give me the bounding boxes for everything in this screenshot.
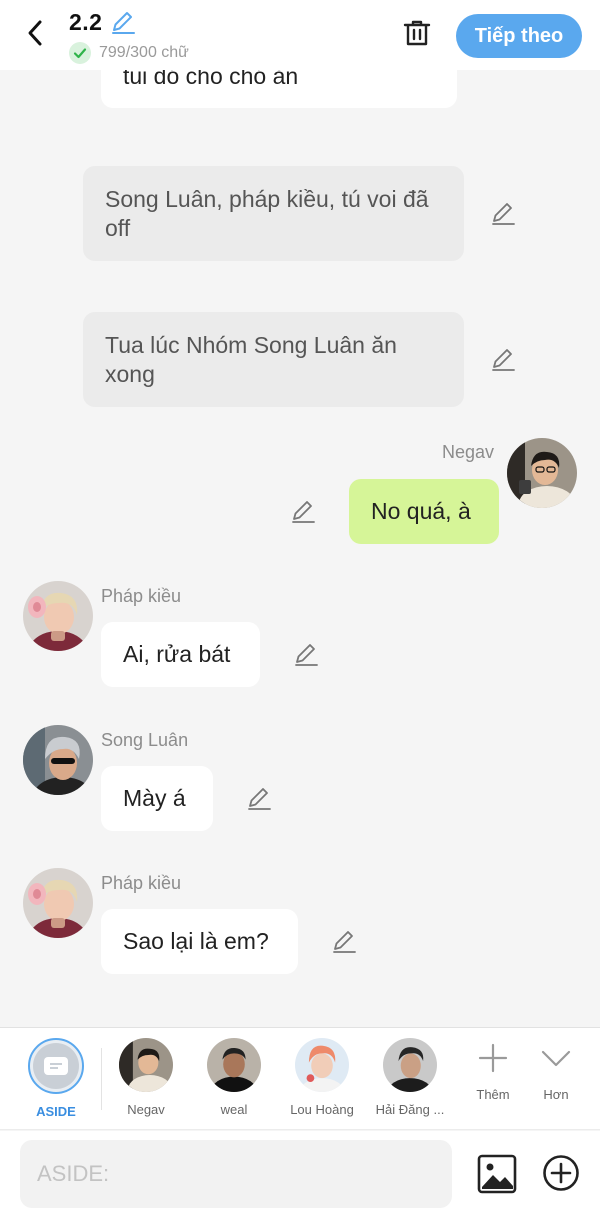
avatar	[207, 1038, 261, 1092]
narration-bubble[interactable]: Tua lúc Nhóm Song Luân ăn xong	[83, 312, 464, 407]
pencil-icon[interactable]	[292, 640, 320, 668]
back-arrow-icon	[28, 20, 42, 46]
trash-icon	[403, 20, 431, 46]
avatar	[383, 1038, 437, 1092]
speaker-name: Song Luân	[101, 730, 189, 750]
character-label: ASIDE	[36, 1104, 76, 1119]
chat-area[interactable]: tui đó cho chó ăn Song Luân, pháp kiều, …	[0, 70, 600, 1027]
character-aside[interactable]: ASIDE	[12, 1038, 100, 1119]
speaker-name: Negav	[442, 442, 495, 462]
narration-bubble[interactable]: Song Luân, pháp kiều, tú voi đã off	[83, 166, 464, 261]
back-button[interactable]	[18, 16, 52, 50]
speaker-name: Pháp kiều	[101, 586, 182, 606]
avatar	[119, 1038, 173, 1092]
narration-text: Song Luân, pháp kiều, tú voi đã off	[105, 186, 429, 241]
message-bubble[interactable]: No quá, à	[349, 479, 499, 544]
avatar	[295, 1038, 349, 1092]
input-bar	[0, 1131, 600, 1218]
character-hai-dang[interactable]: Hải Đăng ...	[366, 1038, 454, 1117]
message-input[interactable]	[20, 1140, 452, 1208]
narration-text: Tua lúc Nhóm Song Luân ăn xong	[105, 332, 397, 387]
narration-icon	[44, 1057, 68, 1075]
more-characters-button[interactable]: Hơn	[531, 1042, 581, 1102]
add-label: Thêm	[476, 1087, 510, 1102]
word-count: 799/300 chữ	[69, 42, 189, 64]
character-label: Negav	[127, 1102, 165, 1117]
character-lou-hoang[interactable]: Lou Hoàng	[278, 1038, 366, 1117]
image-icon[interactable]	[476, 1153, 518, 1195]
message-text: Ai, rửa bát	[123, 641, 231, 667]
avatar-phap-kieu[interactable]	[23, 868, 93, 938]
character-label: Lou Hoàng	[290, 1102, 354, 1117]
message-text: Mày á	[123, 785, 186, 811]
next-button[interactable]: Tiếp theo	[456, 14, 582, 58]
message-bubble[interactable]: tui đó cho chó ăn	[101, 70, 457, 108]
pencil-icon[interactable]	[489, 345, 517, 373]
pencil-icon[interactable]	[489, 199, 517, 227]
plus-circle-icon[interactable]	[541, 1153, 581, 1193]
chevron-down-icon	[541, 1050, 571, 1067]
avatar-phap-kieu[interactable]	[23, 581, 93, 651]
message-bubble[interactable]: Sao lại là em?	[101, 909, 298, 974]
message-bubble[interactable]: Ai, rửa bát	[101, 622, 260, 687]
aside-inner	[33, 1043, 79, 1089]
delete-button[interactable]	[398, 14, 436, 52]
page-title[interactable]: 2.2	[69, 9, 102, 36]
pencil-icon[interactable]	[330, 927, 358, 955]
add-character-button[interactable]: Thêm	[468, 1042, 518, 1102]
character-negav[interactable]: Negav	[102, 1038, 190, 1117]
pencil-icon[interactable]	[289, 497, 317, 525]
message-text: Sao lại là em?	[123, 928, 269, 954]
message-text: No quá, à	[371, 498, 471, 524]
character-label: Hải Đăng ...	[375, 1102, 445, 1117]
check-icon	[69, 42, 91, 64]
character-bar: ASIDE Negav weal Lou Hoàng Hải Đăng ... …	[0, 1027, 600, 1130]
aside-avatar	[28, 1038, 84, 1094]
avatar-song-luan[interactable]	[23, 725, 93, 795]
message-text: tui đó cho chó ăn	[123, 70, 299, 89]
pencil-icon[interactable]	[110, 9, 136, 35]
avatar-negav[interactable]	[507, 438, 577, 508]
plus-icon	[478, 1043, 508, 1073]
more-label: Hơn	[543, 1087, 569, 1102]
character-weal[interactable]: weal	[190, 1038, 278, 1117]
word-count-text: 799/300 chữ	[99, 44, 189, 61]
top-bar: 2.2 799/300 chữ Tiếp theo	[0, 0, 600, 70]
speaker-name: Pháp kiều	[101, 873, 182, 893]
message-bubble[interactable]: Mày á	[101, 766, 213, 831]
character-label: weal	[220, 1102, 248, 1117]
pencil-icon[interactable]	[245, 784, 273, 812]
